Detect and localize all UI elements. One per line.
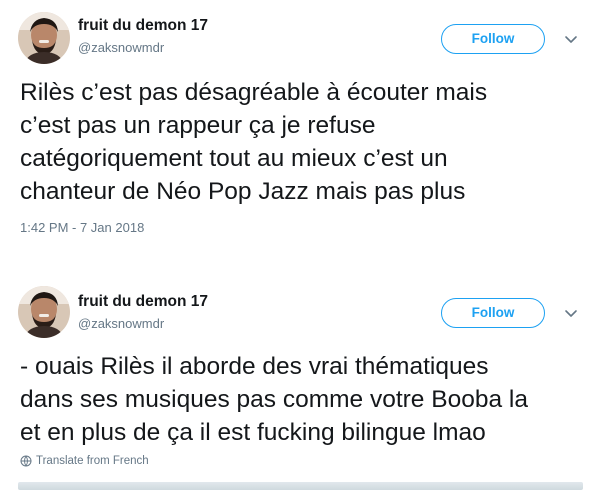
chevron-down-icon[interactable] [562, 304, 580, 322]
user-handle[interactable]: @zaksnowmdr [78, 40, 164, 55]
follow-button[interactable]: Follow [441, 298, 545, 328]
tweet-card: fruit du demon 17 @zaksnowmdr Follow Ril… [0, 0, 601, 262]
translate-label: Translate from French [36, 455, 149, 467]
follow-button[interactable]: Follow [441, 24, 545, 54]
globe-icon [20, 455, 32, 467]
tweet-card: fruit du demon 17 @zaksnowmdr Follow - o… [0, 272, 601, 490]
display-name[interactable]: fruit du demon 17 [78, 17, 208, 35]
display-name[interactable]: fruit du demon 17 [78, 293, 208, 311]
chevron-down-icon[interactable] [562, 30, 580, 48]
tweet-divider [18, 482, 583, 490]
tweet-text: - ouais Rilès il aborde des vrai thémati… [20, 353, 528, 446]
user-handle[interactable]: @zaksnowmdr [78, 316, 164, 331]
tweet-timestamp[interactable]: 1:42 PM - 7 Jan 2018 [20, 220, 144, 235]
tweet-text: Rilès c’est pas désagréable à écouter ma… [20, 79, 488, 205]
avatar[interactable] [18, 286, 70, 338]
translate-link[interactable]: Translate from French [20, 455, 149, 467]
avatar[interactable] [18, 12, 70, 64]
